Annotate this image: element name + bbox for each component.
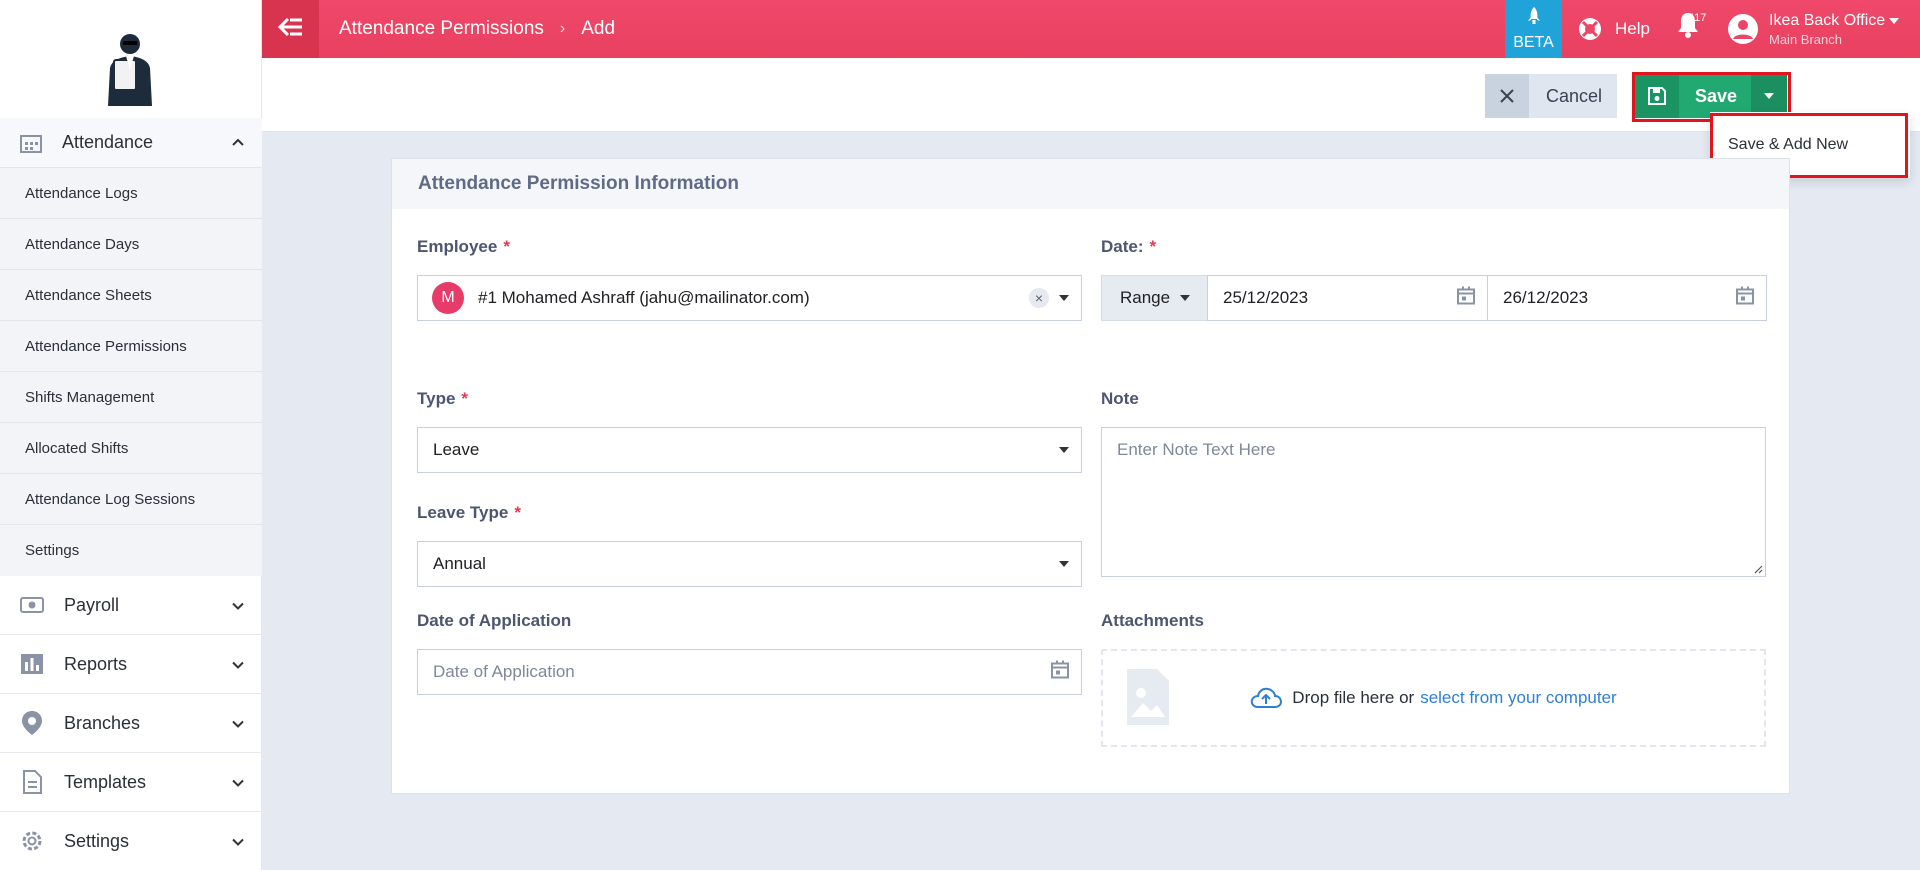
- sidebar-item-attendance-logs[interactable]: Attendance Logs: [0, 168, 262, 219]
- cancel-button[interactable]: Cancel: [1485, 74, 1617, 118]
- sidebar-item-payroll[interactable]: Payroll: [0, 576, 262, 635]
- date-mode-select[interactable]: Range: [1101, 275, 1208, 321]
- user-branch: Main Branch: [1769, 31, 1842, 47]
- beta-label: BETA: [1513, 34, 1554, 51]
- date-application-placeholder: Date of Application: [433, 662, 575, 681]
- sidebar: Attendance Attendance Logs Attendance Da…: [0, 0, 262, 870]
- leave-type-select[interactable]: Annual: [417, 541, 1082, 587]
- date-to-input[interactable]: 26/12/2023: [1487, 275, 1767, 321]
- user-name: Ikea Back Office: [1769, 11, 1886, 29]
- leave-type-value: Annual: [433, 554, 486, 573]
- employee-select[interactable]: M #1 Mohamed Ashraff (jahu@mailinator.co…: [417, 275, 1082, 321]
- document-icon: [18, 770, 46, 794]
- employee-value: #1 Mohamed Ashraff (jahu@mailinator.com): [478, 288, 810, 307]
- close-icon: [1485, 74, 1529, 118]
- calendar-icon[interactable]: [1736, 286, 1754, 310]
- top-bar: Attendance Permissions › Add: [262, 0, 1920, 58]
- help-label: Help: [1615, 19, 1650, 38]
- employee-label: Employee *: [417, 237, 510, 256]
- rocket-icon: [1527, 6, 1541, 31]
- date-label: Date: *: [1101, 237, 1157, 256]
- date-from-input[interactable]: 25/12/2023: [1207, 275, 1488, 321]
- attachments-dropzone[interactable]: Drop file here or select from your compu…: [1101, 649, 1766, 747]
- required-marker: *: [514, 503, 521, 522]
- company-logo: [98, 30, 162, 106]
- date-application-label: Date of Application: [417, 611, 572, 630]
- calendar-icon[interactable]: [1051, 660, 1069, 684]
- sidebar-item-attendance-days[interactable]: Attendance Days: [0, 219, 262, 270]
- required-marker: *: [503, 237, 510, 256]
- resize-handle-icon[interactable]: [1753, 564, 1763, 574]
- note-label: Note: [1101, 389, 1139, 408]
- leave-type-label: Leave Type *: [417, 503, 521, 522]
- type-value: Leave: [433, 440, 480, 459]
- user-menu[interactable]: Ikea Back Office Main Branch: [1727, 0, 1900, 58]
- lifebuoy-icon: [1577, 16, 1603, 42]
- notification-count: 417: [1688, 12, 1707, 24]
- clear-icon[interactable]: ×: [1029, 288, 1049, 308]
- sidebar-item-attendance-settings[interactable]: Settings: [0, 525, 262, 576]
- cloud-upload-icon: [1250, 687, 1283, 709]
- select-file-link[interactable]: select from your computer: [1420, 688, 1617, 708]
- sidebar-section-label: Attendance: [62, 132, 154, 152]
- money-icon: [18, 597, 46, 613]
- sidebar-toggle-button[interactable]: [262, 0, 319, 58]
- chevron-down-icon: [232, 713, 244, 734]
- type-select[interactable]: Leave: [417, 427, 1082, 473]
- sidebar-item-shifts-management[interactable]: Shifts Management: [0, 372, 262, 423]
- chevron-down-icon: [232, 595, 244, 616]
- sidebar-item-attendance-log-sessions[interactable]: Attendance Log Sessions: [0, 474, 262, 525]
- chevron-down-icon: [232, 772, 244, 793]
- drop-text: Drop file here or: [1292, 688, 1415, 707]
- chevron-up-icon: [232, 133, 244, 151]
- beta-button[interactable]: BETA: [1505, 0, 1562, 58]
- chevron-right-icon: ›: [559, 20, 566, 37]
- caret-down-icon: [1889, 17, 1900, 24]
- type-label: Type *: [417, 389, 469, 408]
- permission-form-card: Attendance Permission Information Employ…: [391, 158, 1790, 794]
- sidebar-section-attendance[interactable]: Attendance: [0, 118, 262, 168]
- sidebar-item-attendance-sheets[interactable]: Attendance Sheets: [0, 270, 262, 321]
- sidebar-item-settings[interactable]: Settings: [0, 812, 262, 870]
- cancel-label: Cancel: [1546, 85, 1603, 106]
- calendar-grid-icon: [20, 133, 42, 153]
- caret-down-icon: [1180, 295, 1191, 301]
- bar-chart-icon: [18, 654, 46, 674]
- employee-avatar: M: [432, 282, 464, 314]
- required-marker: *: [1149, 237, 1157, 256]
- caret-down-icon: [1059, 295, 1069, 301]
- note-placeholder: Enter Note Text Here: [1117, 440, 1276, 459]
- required-marker: *: [461, 389, 469, 408]
- date-to-value: 26/12/2023: [1503, 288, 1589, 307]
- arrow-left-menu-icon: [277, 17, 304, 42]
- chevron-down-icon: [232, 831, 244, 852]
- sidebar-item-templates[interactable]: Templates: [0, 753, 262, 812]
- map-pin-icon: [18, 710, 46, 736]
- sidebar-submenu: Attendance Logs Attendance Days Attendan…: [0, 168, 262, 576]
- help-button[interactable]: Help: [1577, 0, 1650, 58]
- image-placeholder-icon: [1127, 669, 1169, 725]
- form-section-title: Attendance Permission Information: [392, 159, 1789, 209]
- breadcrumb: Attendance Permissions › Add: [339, 18, 615, 40]
- caret-down-icon: [1059, 561, 1069, 567]
- sidebar-item-attendance-permissions[interactable]: Attendance Permissions: [0, 321, 262, 372]
- sidebar-item-reports[interactable]: Reports: [0, 635, 262, 694]
- sidebar-item-allocated-shifts[interactable]: Allocated Shifts: [0, 423, 262, 474]
- date-application-input[interactable]: Date of Application: [417, 649, 1082, 695]
- attachments-label: Attachments: [1101, 611, 1204, 630]
- sidebar-main-menu: Payroll Reports Branches Templates Setti…: [0, 576, 262, 870]
- note-textarea[interactable]: Enter Note Text Here: [1101, 427, 1766, 577]
- chevron-down-icon: [232, 654, 244, 675]
- date-from-value: 25/12/2023: [1223, 288, 1309, 307]
- gear-icon: [18, 829, 46, 853]
- range-label: Range: [1120, 288, 1171, 307]
- user-avatar-icon: [1727, 13, 1759, 45]
- sidebar-item-branches[interactable]: Branches: [0, 694, 262, 753]
- calendar-icon[interactable]: [1457, 286, 1475, 310]
- bell-icon: [1675, 13, 1701, 44]
- breadcrumb-parent-link[interactable]: Attendance Permissions: [339, 18, 544, 40]
- breadcrumb-current: Add: [581, 18, 616, 39]
- caret-down-icon: [1059, 447, 1069, 453]
